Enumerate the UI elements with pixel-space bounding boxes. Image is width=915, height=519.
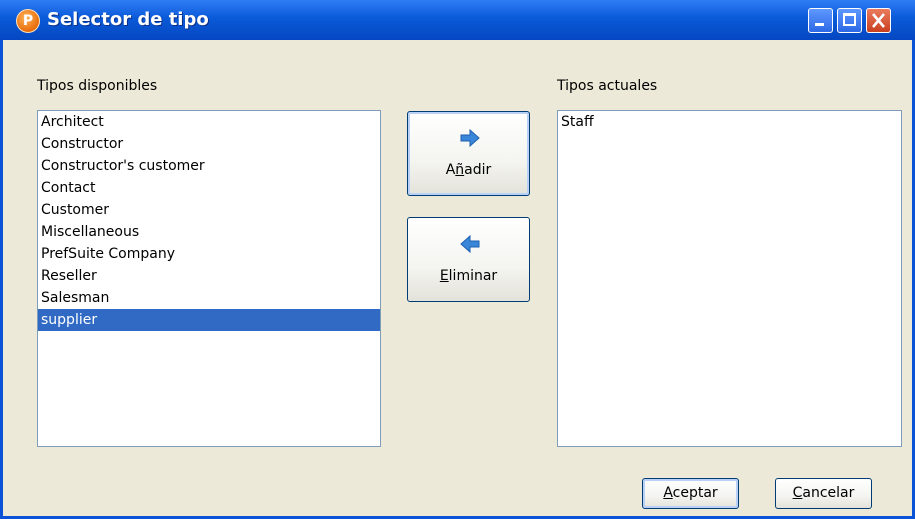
cancel-button[interactable]: Cancelar — [775, 478, 872, 509]
arrow-left-icon — [460, 234, 480, 254]
app-logo-letter: P — [22, 13, 34, 29]
list-item[interactable]: Customer — [38, 199, 380, 221]
add-button[interactable]: Añadir — [407, 111, 530, 196]
available-types-list[interactable]: Architect Constructor Constructor's custom… — [37, 110, 381, 447]
arrow-right-icon — [460, 128, 480, 148]
list-item[interactable]: Salesman — [38, 287, 380, 309]
remove-button[interactable]: Eliminar — [407, 217, 530, 302]
window-title: Selector de tipo — [47, 9, 209, 30]
list-item[interactable]: Reseller — [38, 265, 380, 287]
list-item[interactable]: Contact — [38, 177, 380, 199]
current-types-list[interactable]: Staff — [557, 110, 902, 447]
list-item[interactable]: Miscellaneous — [38, 221, 380, 243]
minimize-button[interactable] — [808, 8, 833, 33]
maximize-icon — [843, 13, 856, 26]
type-selector-dialog: P Selector de tipo Tipos disponibles Arc… — [0, 0, 915, 519]
list-item[interactable]: supplier — [38, 309, 380, 331]
accept-button-label: Aceptar — [663, 485, 718, 501]
list-item[interactable]: Architect — [38, 111, 380, 133]
add-button-label: Añadir — [445, 162, 492, 178]
close-button[interactable] — [866, 8, 891, 33]
list-item[interactable]: Staff — [558, 111, 901, 133]
cancel-button-label: Cancelar — [792, 485, 855, 501]
maximize-button[interactable] — [837, 8, 862, 33]
accept-button[interactable]: Aceptar — [642, 478, 739, 509]
title-bar[interactable]: P Selector de tipo — [0, 0, 915, 40]
available-types-label: Tipos disponibles — [37, 78, 158, 94]
list-item[interactable]: Constructor's customer — [38, 155, 380, 177]
minimize-icon — [815, 23, 824, 26]
remove-button-label: Eliminar — [439, 268, 498, 284]
list-item[interactable]: Constructor — [38, 133, 380, 155]
app-logo-icon: P — [16, 9, 40, 33]
current-types-label: Tipos actuales — [557, 78, 658, 94]
list-item[interactable]: PrefSuite Company — [38, 243, 380, 265]
close-icon — [872, 13, 885, 28]
